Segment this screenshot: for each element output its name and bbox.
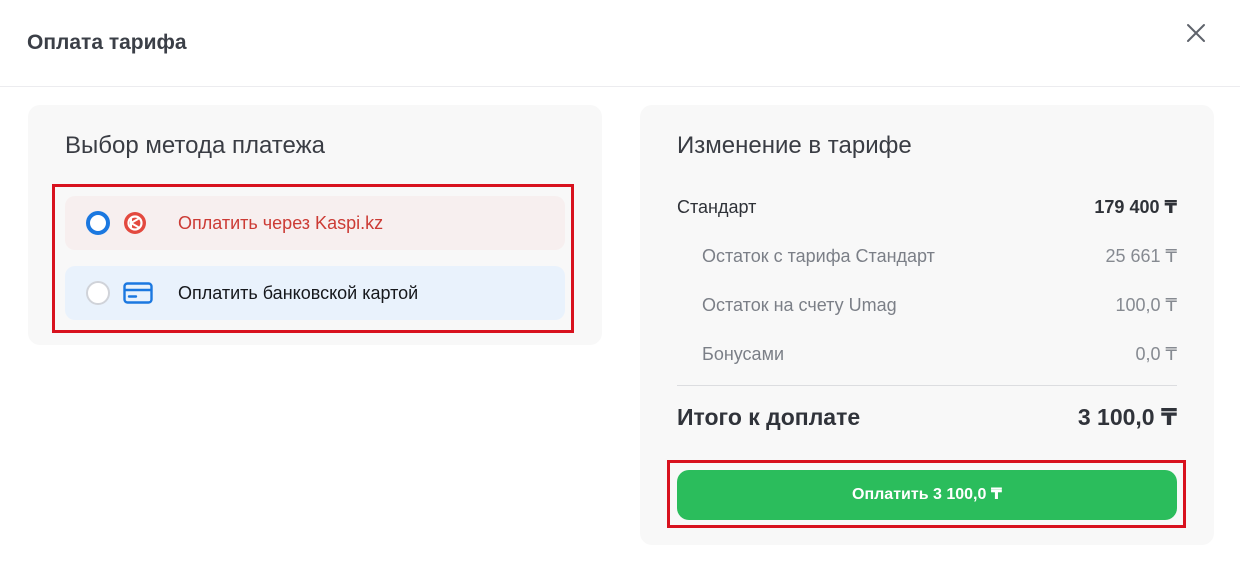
deduction-value: 25 661 ₸ <box>1105 246 1177 266</box>
total-amount: 3 100,0 ₸ <box>1077 404 1177 430</box>
divider <box>677 385 1177 386</box>
deduction-row: Остаток на счету Umag 100,0 ₸ <box>677 295 1177 319</box>
total-label: Итого к доплате <box>677 404 861 430</box>
deduction-label: Бонусами <box>702 344 785 364</box>
modal-header: Оплата тарифа <box>0 0 1240 87</box>
deduction-row: Остаток с тарифа Стандарт 25 661 ₸ <box>677 246 1177 270</box>
close-icon[interactable] <box>1184 21 1208 45</box>
deduction-label: Остаток на счету Umag <box>702 295 897 315</box>
highlight-pay-button <box>667 460 1186 528</box>
deduction-label: Остаток с тарифа Стандарт <box>702 246 935 266</box>
deduction-value: 0,0 ₸ <box>1135 344 1177 364</box>
deduction-row: Бонусами 0,0 ₸ <box>677 344 1177 368</box>
deduction-value: 100,0 ₸ <box>1115 295 1178 315</box>
total-row: Итого к доплате 3 100,0 ₸ <box>677 404 1177 434</box>
plan-price: 179 400 ₸ <box>1094 197 1177 217</box>
modal-title: Оплата тарифа <box>27 31 187 54</box>
tariff-change-heading: Изменение в тарифе <box>677 132 912 159</box>
payment-method-heading: Выбор метода платежа <box>65 132 326 159</box>
highlight-payment-methods <box>52 184 574 333</box>
plan-label: Стандарт <box>677 197 757 217</box>
plan-row: Стандарт 179 400 ₸ <box>677 197 1177 221</box>
